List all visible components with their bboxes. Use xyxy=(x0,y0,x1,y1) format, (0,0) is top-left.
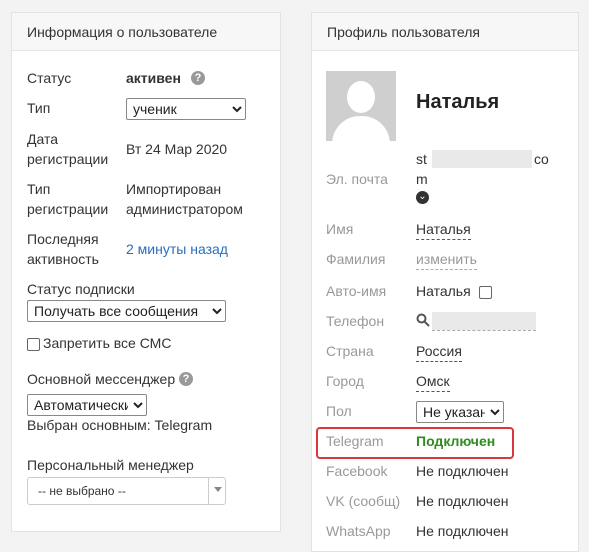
phone-underline xyxy=(432,330,536,331)
phone-label: Телефон xyxy=(326,313,385,329)
messenger-select[interactable]: Автоматически xyxy=(27,394,147,416)
reg-date-label-line1: Дата xyxy=(27,131,59,147)
sms-checkbox[interactable] xyxy=(27,335,40,351)
auto-name-checkbox[interactable] xyxy=(479,283,492,299)
user-info-panel: Информация о пользователе Статус активен… xyxy=(11,12,281,532)
subscription-select[interactable]: Получать все сообщения xyxy=(27,300,226,322)
reg-type-label-line2: регистрации xyxy=(27,201,109,217)
email-value-end: co xyxy=(534,151,549,167)
auto-name-checkbox-box[interactable] xyxy=(479,285,492,299)
whatsapp-label: WhatsApp xyxy=(326,523,391,539)
vk-label: VK (сообщ) xyxy=(326,493,401,509)
status-label: Статус xyxy=(27,70,72,86)
expand-icon[interactable]: ⌄ xyxy=(416,191,429,204)
avatar-placeholder-icon[interactable] xyxy=(326,71,396,141)
last-name-edit-link[interactable]: изменить xyxy=(416,249,477,270)
manager-select-divider xyxy=(208,478,209,504)
facebook-label: Facebook xyxy=(326,463,388,479)
auto-name-label: Авто-имя xyxy=(326,283,387,299)
reg-date-value: Вт 24 Мар 2020 xyxy=(126,141,228,157)
email-value-tail: m xyxy=(416,171,428,187)
phone-redacted xyxy=(432,312,536,330)
gender-label: Пол xyxy=(326,403,352,419)
last-activity-label-line2: активность xyxy=(27,251,99,267)
telegram-status: Подключен xyxy=(416,433,496,449)
user-profile-title: Профиль пользователя xyxy=(312,13,578,51)
whatsapp-status: Не подключен xyxy=(416,523,509,539)
telegram-label: Telegram xyxy=(326,433,384,449)
facebook-status: Не подключен xyxy=(416,463,509,479)
vk-status: Не подключен xyxy=(416,493,509,509)
type-label: Тип xyxy=(27,100,51,116)
user-profile-panel: Профиль пользователя Наталья Эл. почта s… xyxy=(311,12,579,552)
city-label: Город xyxy=(326,373,364,389)
reg-date-label-line2: регистрации xyxy=(27,151,109,167)
messenger-label: Основной мессенджер xyxy=(27,371,176,387)
user-info-title: Информация о пользователе xyxy=(12,13,280,51)
city-value[interactable]: Омск xyxy=(416,371,450,392)
auto-name-value: Наталья xyxy=(416,283,471,299)
messenger-chosen-text: Выбран основным: Telegram xyxy=(27,417,213,433)
manager-select-value: -- не выбрано -- xyxy=(38,484,126,498)
profile-name: Наталья xyxy=(416,91,500,113)
chevron-down-icon xyxy=(214,487,222,492)
country-label: Страна xyxy=(326,343,374,359)
email-value-start: st xyxy=(416,151,427,167)
first-name-label: Имя xyxy=(326,221,354,237)
manager-select[interactable]: -- не выбрано -- xyxy=(27,477,226,505)
status-help-icon[interactable]: ? xyxy=(191,71,205,85)
sms-checkbox-box[interactable] xyxy=(27,337,40,351)
reg-type-value-line1: Импортирован xyxy=(126,181,222,197)
avatar-body xyxy=(332,116,390,141)
search-icon[interactable] xyxy=(416,313,430,327)
avatar-head xyxy=(347,81,375,113)
first-name-value[interactable]: Наталья xyxy=(416,219,471,240)
country-value[interactable]: Россия xyxy=(416,341,462,362)
reg-type-label-line1: Тип xyxy=(27,181,51,197)
messenger-help-icon[interactable]: ? xyxy=(179,372,193,386)
sms-label: Запретить все СМС xyxy=(43,335,172,351)
last-activity-link[interactable]: 2 минуты назад xyxy=(126,239,228,259)
email-label: Эл. почта xyxy=(326,171,388,187)
last-activity-label-line1: Последняя xyxy=(27,231,99,247)
reg-type-value-line2: администратором xyxy=(126,201,243,217)
gender-select[interactable]: Не указан xyxy=(416,401,504,423)
manager-label: Персональный менеджер xyxy=(27,457,194,473)
status-value: активен xyxy=(126,70,181,86)
email-redacted xyxy=(432,150,532,168)
subscription-label: Статус подписки xyxy=(27,281,135,297)
type-select[interactable]: ученик xyxy=(126,98,246,120)
last-name-label: Фамилия xyxy=(326,251,386,267)
